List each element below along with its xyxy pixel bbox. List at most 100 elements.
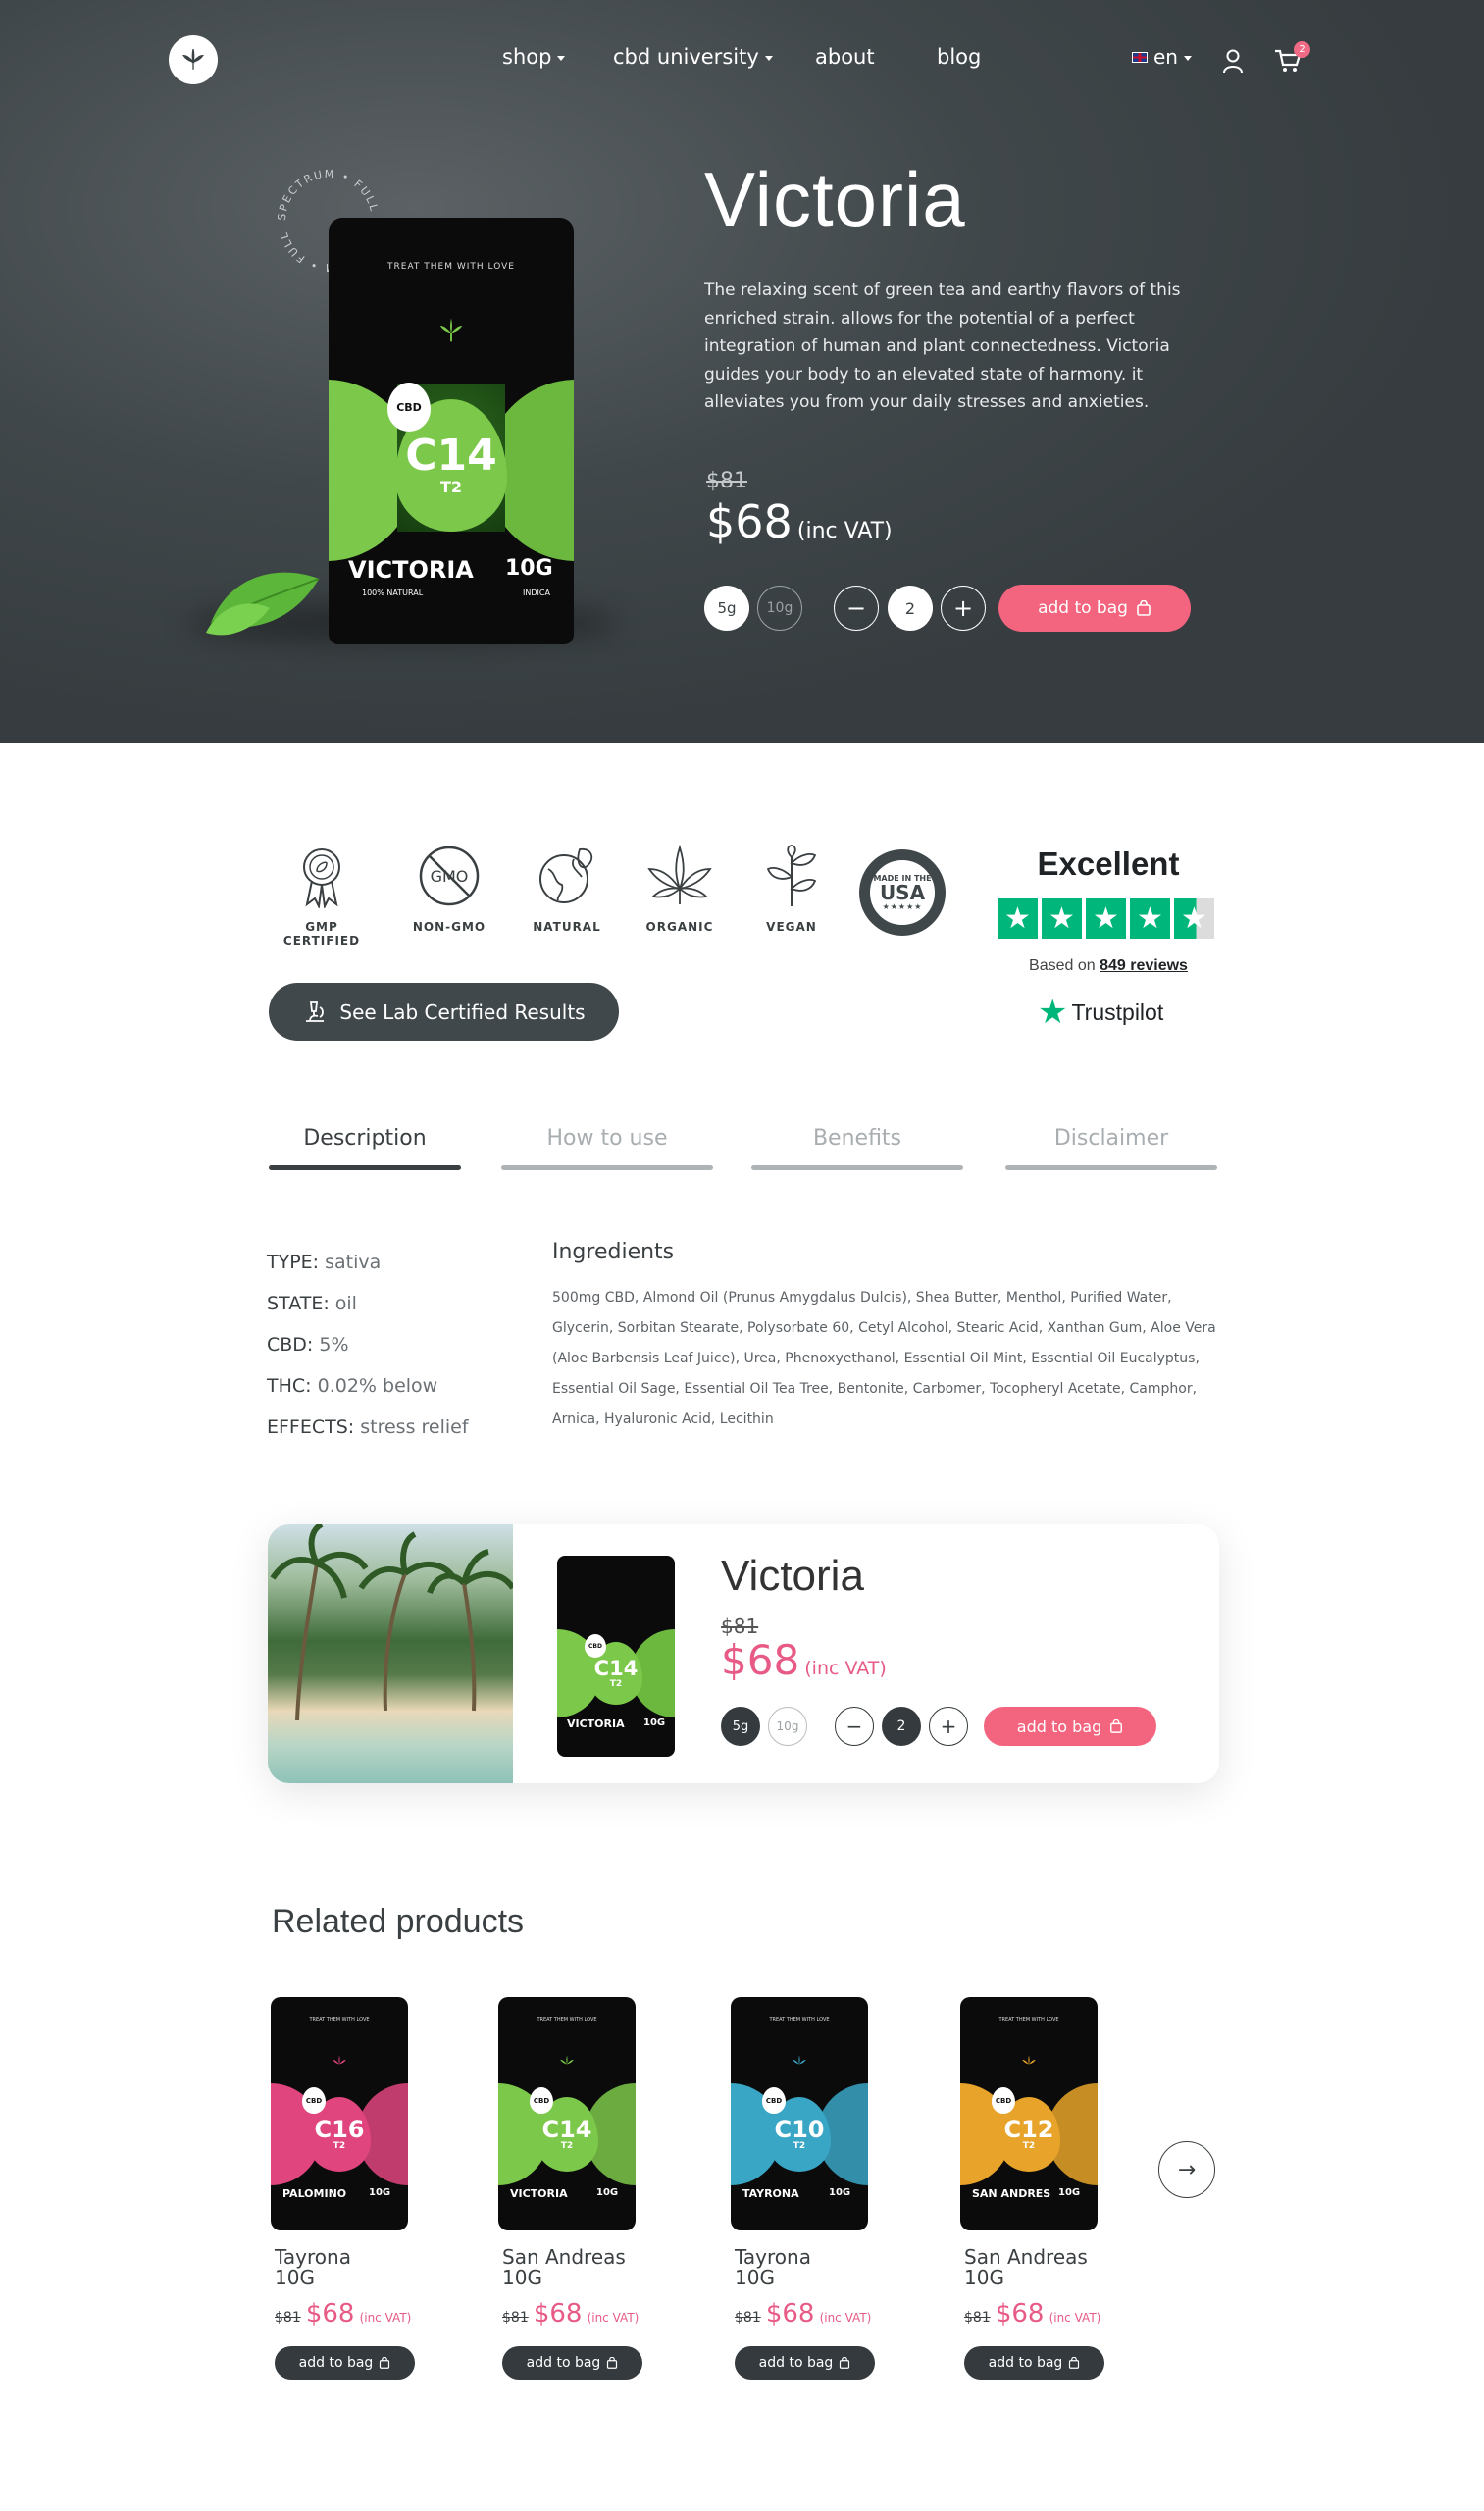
spec-value: sativa xyxy=(325,1252,382,1273)
related-add-to-bag-label: add to bag xyxy=(758,2355,834,2371)
spec-row: TYPE: sativa xyxy=(267,1242,469,1283)
related-add-to-bag-button[interactable]: add to bag xyxy=(735,2346,875,2380)
cannabis-leaf-icon xyxy=(1022,2055,1036,2065)
globe-leaf-icon xyxy=(539,848,593,903)
pack-cbd-label: CBD xyxy=(762,2087,786,2114)
pack-cbd-label: CBD xyxy=(387,383,431,432)
card-size-5g[interactable]: 5g xyxy=(721,1707,760,1746)
pack-name: VICTORIA xyxy=(567,1717,625,1730)
badge-natural-label: NATURAL xyxy=(533,920,601,934)
tab-description[interactable]: Description xyxy=(269,1126,461,1151)
spec-row: CBD: 5% xyxy=(267,1324,469,1365)
size-10g-option[interactable]: 10g xyxy=(757,586,802,631)
made-in-usa-badge: MADE IN THE USA ★★★★★ xyxy=(859,849,946,936)
cannabis-leaf-icon xyxy=(560,2055,574,2065)
pack-name: VICTORIA xyxy=(510,2187,568,2200)
pack-weight: 10G xyxy=(1058,2187,1081,2198)
tab-disclaimer[interactable]: Disclaimer xyxy=(1005,1126,1217,1151)
related-product-name[interactable]: San Andreas 10G xyxy=(502,2247,626,2288)
product-title: Victoria xyxy=(704,156,966,242)
card-size-10g[interactable]: 10g xyxy=(768,1707,807,1746)
related-add-to-bag-button[interactable]: add to bag xyxy=(502,2346,642,2380)
award-ribbon-icon xyxy=(303,848,340,910)
pack-code: C10 xyxy=(774,2116,825,2143)
product-image: TREAT THEM WITH LOVE C14 T2 CBD VICTORIA… xyxy=(329,218,574,644)
related-products-title: Related products xyxy=(272,1903,525,1940)
related-price-note: (inc VAT) xyxy=(819,2311,872,2325)
card-quantity-increase[interactable]: + xyxy=(929,1707,968,1746)
cart-button[interactable]: 2 xyxy=(1273,41,1310,75)
arrow-right-icon: → xyxy=(1177,2157,1197,2182)
card-price-note: (inc VAT) xyxy=(804,1658,887,1679)
chevron-down-icon xyxy=(1183,55,1192,61)
badge-organic: ORGANIC xyxy=(626,844,734,934)
lab-results-label: See Lab Certified Results xyxy=(339,999,586,1024)
card-price-row: $68 (inc VAT) xyxy=(721,1636,887,1684)
nav-shop[interactable]: shop xyxy=(502,45,566,69)
related-product-image[interactable]: TREAT THEM WITH LOVE C10 T2 CBD TAYRONA 10G xyxy=(731,1997,868,2230)
card-quantity-value[interactable]: 2 xyxy=(882,1707,921,1746)
related-product-price: $81 $68 (inc VAT) xyxy=(964,2299,1100,2329)
related-add-to-bag-button[interactable]: add to bag xyxy=(964,2346,1104,2380)
lab-results-button[interactable]: See Lab Certified Results xyxy=(269,983,619,1041)
spec-row: EFFECTS: stress relief xyxy=(267,1407,469,1448)
related-product-image[interactable]: TREAT THEM WITH LOVE C14 T2 CBD VICTORIA 10G xyxy=(498,1997,636,2230)
tab-how-to-use[interactable]: How to use xyxy=(501,1126,713,1151)
related-product-price: $81 $68 (inc VAT) xyxy=(275,2299,411,2329)
chevron-down-icon xyxy=(764,55,773,61)
tab-how-to-use-indicator xyxy=(501,1165,713,1170)
badge-gmp: GMP CERTIFIED xyxy=(268,844,376,948)
language-selector[interactable]: en xyxy=(1132,45,1192,69)
quantity-value[interactable]: 2 xyxy=(888,586,933,631)
usa-badge-inner: MADE IN THE USA ★★★★★ xyxy=(867,857,938,928)
related-product-image[interactable]: TREAT THEM WITH LOVE C12 T2 CBD SAN ANDRES 10… xyxy=(960,1997,1098,2230)
card-quantity-decrease[interactable]: − xyxy=(835,1707,874,1746)
related-product-name[interactable]: San Andreas 10G xyxy=(964,2247,1088,2288)
trustpilot-brand: Trustpilot xyxy=(1071,999,1164,1025)
nav-blog[interactable]: blog xyxy=(937,45,981,69)
related-product-name[interactable]: Tayrona 10G xyxy=(735,2247,811,2288)
reviews-link[interactable]: 849 reviews xyxy=(1100,957,1188,974)
price-row: $68 (inc VAT) xyxy=(706,495,893,548)
palm-trees-illustration xyxy=(270,1524,513,1721)
nav-about[interactable]: about xyxy=(815,45,875,69)
related-add-to-bag-label: add to bag xyxy=(526,2355,601,2371)
product-summary-card: C14 T2 CBD VICTORIA 10G Victoria $81 $68… xyxy=(268,1524,1219,1783)
tab-benefits[interactable]: Benefits xyxy=(751,1126,963,1151)
quantity-increase-button[interactable]: + xyxy=(941,586,986,631)
plus-icon: + xyxy=(952,594,974,622)
current-price: $68 xyxy=(706,495,793,548)
related-add-to-bag-button[interactable]: add to bag xyxy=(275,2346,415,2380)
product-specs: TYPE: sativa STATE: oil CBD: 5% THC: 0.0… xyxy=(267,1242,469,1448)
cannabis-leaf-icon xyxy=(647,844,712,904)
bag-icon xyxy=(1110,1719,1123,1733)
card-add-to-bag-button[interactable]: add to bag xyxy=(984,1707,1156,1746)
chevron-down-icon xyxy=(557,55,566,61)
related-product-name[interactable]: Tayrona 10G xyxy=(275,2247,351,2288)
vegan-sprout-icon xyxy=(766,845,817,906)
trustpilot-logo[interactable]: ★ Trustpilot xyxy=(1038,996,1164,1029)
uk-flag-icon xyxy=(1132,51,1148,63)
minus-icon: − xyxy=(845,1715,863,1738)
related-price-note: (inc VAT) xyxy=(587,2311,640,2325)
usa-badge-stars-icon: ★★★★★ xyxy=(882,902,923,911)
spec-key: THC: xyxy=(267,1375,312,1397)
carousel-next-button[interactable]: → xyxy=(1158,2141,1215,2198)
spec-key: CBD: xyxy=(267,1334,314,1356)
pack-top-text: TREAT THEM WITH LOVE xyxy=(769,2017,830,2023)
related-product-image[interactable]: TREAT THEM WITH LOVE C16 T2 CBD PALOMINO 10G xyxy=(271,1997,408,2230)
pack-code: C16 xyxy=(314,2116,365,2143)
nav-cbd-university[interactable]: cbd university xyxy=(613,45,773,69)
tab-disclaimer-indicator xyxy=(1005,1165,1217,1170)
pack-code: C14 xyxy=(405,431,497,481)
size-5g-option[interactable]: 5g xyxy=(704,586,749,631)
quantity-decrease-button[interactable]: − xyxy=(834,586,879,631)
pack-weight: 10G xyxy=(596,2187,619,2198)
add-to-bag-button[interactable]: add to bag xyxy=(998,585,1191,632)
account-button[interactable] xyxy=(1221,47,1245,75)
spec-key: STATE: xyxy=(267,1293,330,1314)
related-product-price: $81 $68 (inc VAT) xyxy=(735,2299,871,2329)
ingredients-text: 500mg CBD, Almond Oil (Prunus Amygdalus … xyxy=(552,1290,1216,1427)
trustpilot-reviews: Based on 849 reviews xyxy=(991,957,1226,975)
badge-vegan: VEGAN xyxy=(738,844,845,934)
